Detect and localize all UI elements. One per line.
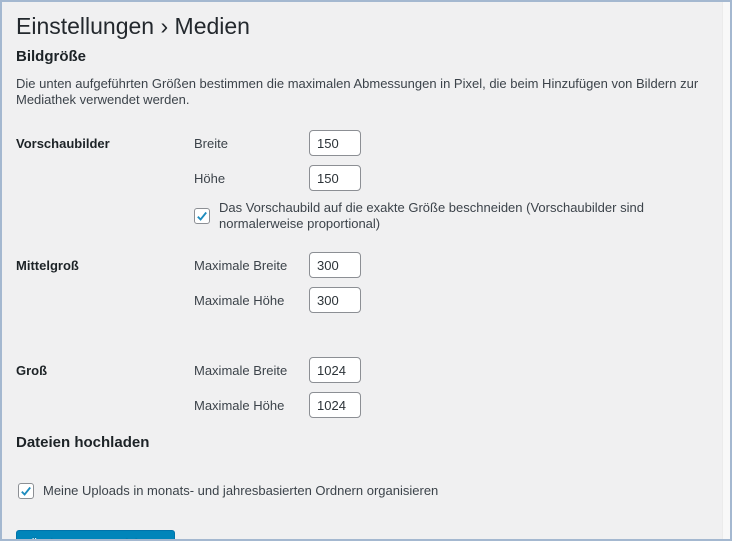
thumbnail-crop-option[interactable]: Das Vorschaubild auf die exakte Größe be… <box>194 200 700 232</box>
save-changes-button[interactable]: Änderungen speichern <box>16 530 175 539</box>
thumbnail-size-row: Vorschaubilder Breite Höhe <box>16 130 700 232</box>
large-max-height-input[interactable] <box>309 392 361 418</box>
medium-max-width-input[interactable] <box>309 252 361 278</box>
medium-size-row: Mittelgroß Maximale Breite Maximale Höhe <box>16 252 700 322</box>
large-max-height-label[interactable]: Maximale Höhe <box>194 398 309 413</box>
checkmark-icon <box>195 209 209 223</box>
thumbnail-crop-label[interactable]: Das Vorschaubild auf die exakte Größe be… <box>219 200 700 232</box>
uploads-organize-option[interactable]: Meine Uploads in monats- und jahresbasie… <box>18 483 700 499</box>
uploads-organize-label[interactable]: Meine Uploads in monats- und jahresbasie… <box>43 483 438 499</box>
image-size-form: Vorschaubilder Breite Höhe <box>16 130 700 427</box>
section-heading-uploads: Dateien hochladen <box>16 434 150 451</box>
medium-size-label: Mittelgroß <box>16 258 79 273</box>
page-title: Einstellungen › Medien <box>16 13 250 39</box>
submit-row: Änderungen speichern <box>16 530 700 539</box>
thumbnail-height-label[interactable]: Höhe <box>194 171 309 186</box>
thumbnail-size-label: Vorschaubilder <box>16 136 110 151</box>
uploads-organize-checkbox[interactable] <box>18 483 34 499</box>
medium-max-height-input[interactable] <box>309 287 361 313</box>
checkmark-icon <box>19 484 33 498</box>
image-size-description: Die unten aufgeführten Größen bestimmen … <box>16 76 699 107</box>
media-settings-page: Einstellungen › Medien Bildgröße Die unt… <box>0 0 732 541</box>
medium-max-width-label[interactable]: Maximale Breite <box>194 258 309 273</box>
medium-max-height-label[interactable]: Maximale Höhe <box>194 293 309 308</box>
large-size-row: Groß Maximale Breite Maximale Höhe <box>16 357 700 427</box>
section-heading-image-size: Bildgröße <box>16 48 86 65</box>
content-area: Einstellungen › Medien Bildgröße Die unt… <box>2 2 730 539</box>
large-max-width-input[interactable] <box>309 357 361 383</box>
thumbnail-height-input[interactable] <box>309 165 361 191</box>
thumbnail-crop-checkbox[interactable] <box>194 208 210 224</box>
large-max-width-label[interactable]: Maximale Breite <box>194 363 309 378</box>
thumbnail-width-label[interactable]: Breite <box>194 136 309 151</box>
scrollbar-track[interactable] <box>722 2 730 539</box>
large-size-label: Groß <box>16 363 48 378</box>
thumbnail-width-input[interactable] <box>309 130 361 156</box>
